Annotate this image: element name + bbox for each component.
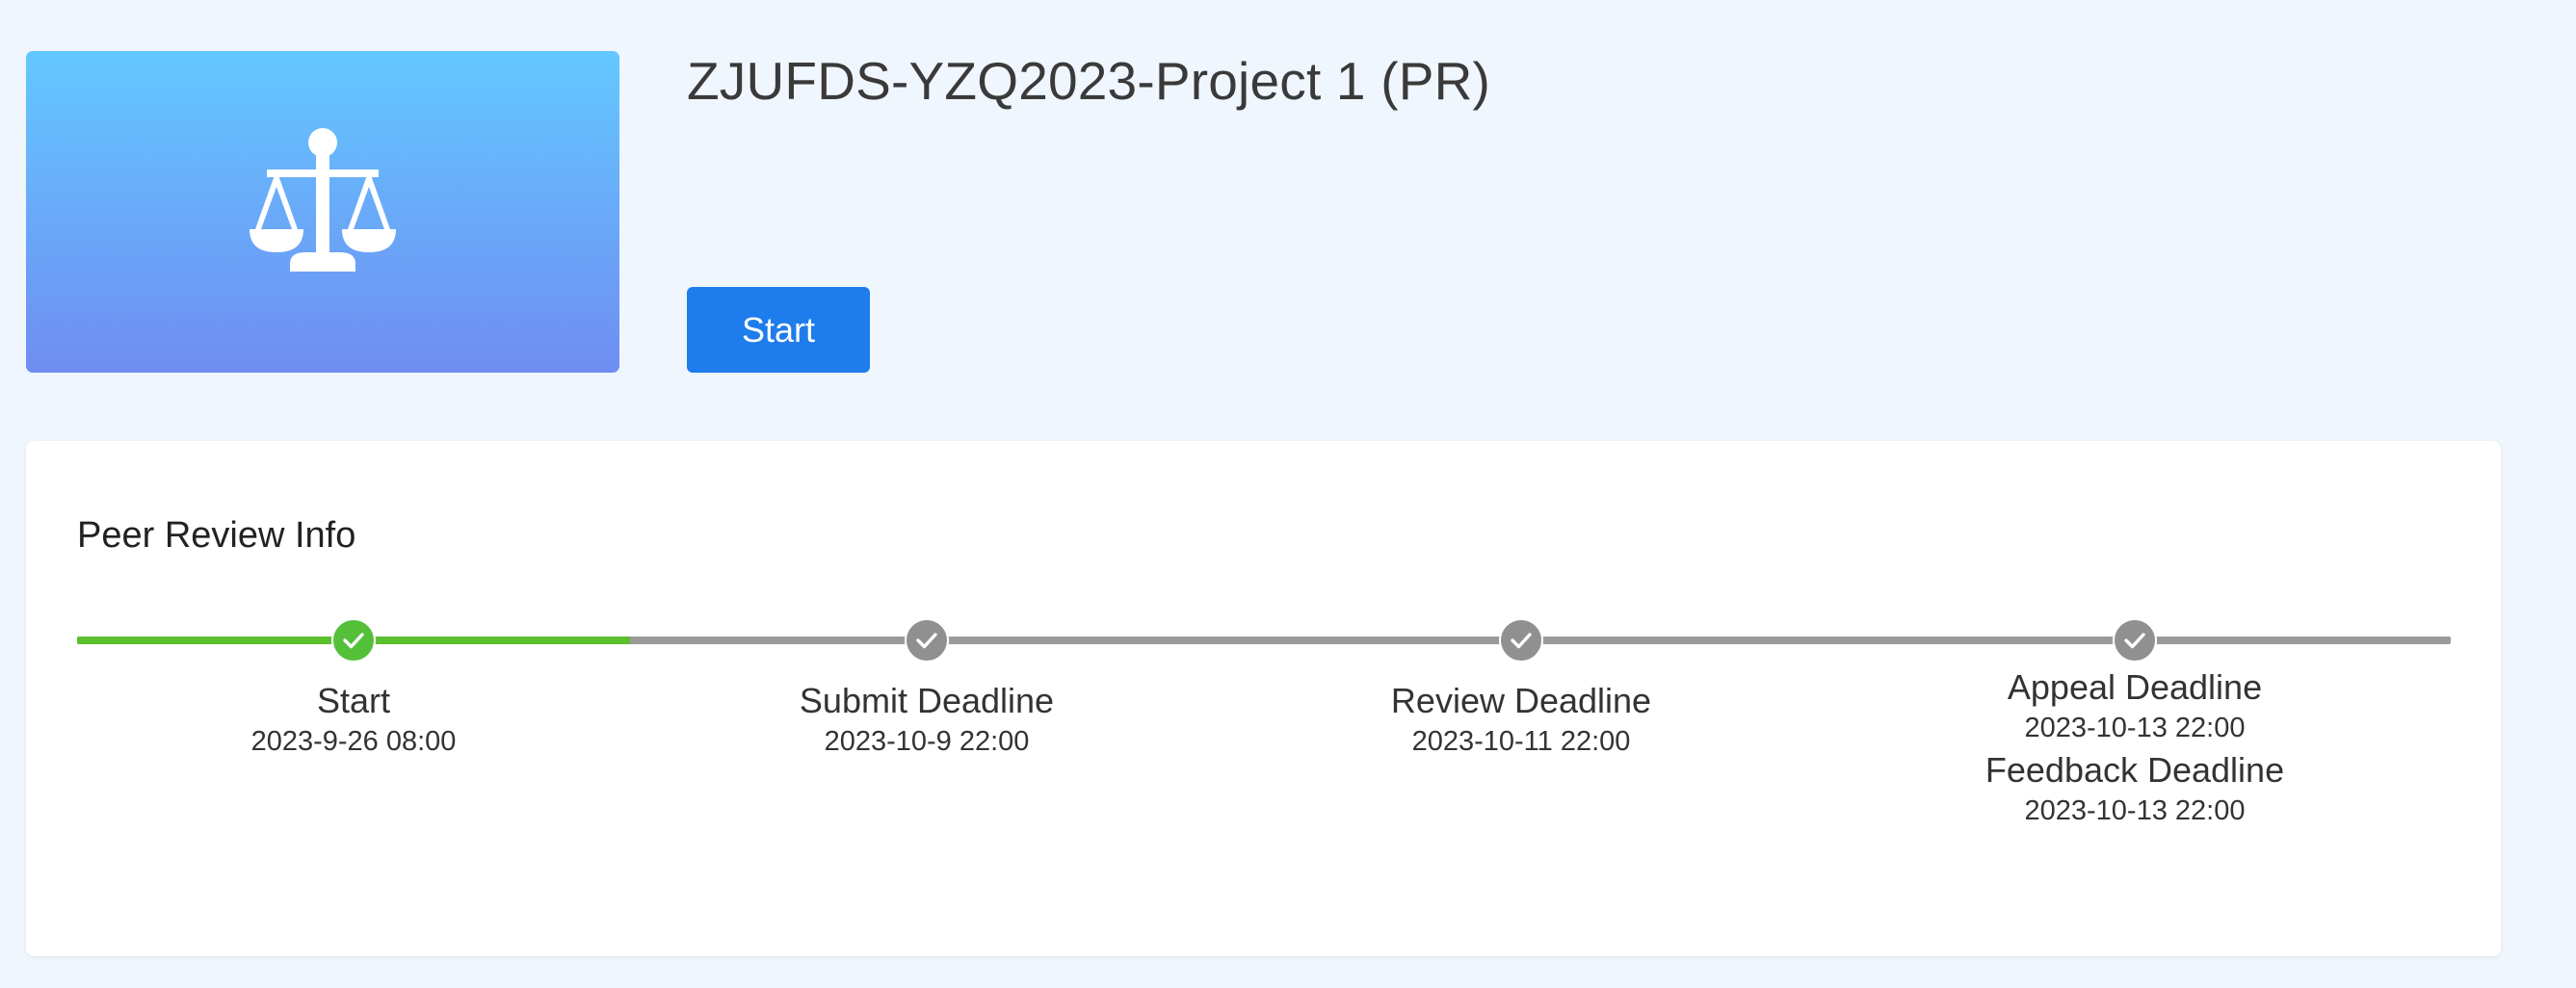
milestone-review-deadline: Review Deadline 2023-10-11 22:00	[1271, 618, 1772, 761]
milestone-date: 2023-10-9 22:00	[824, 726, 1030, 757]
project-cover	[26, 51, 619, 373]
milestone-appeal-deadline: Appeal Deadline 2023-10-13 22:00 Feedbac…	[1884, 618, 2385, 830]
milestone-check-icon	[331, 618, 376, 663]
milestone-check-icon	[1499, 618, 1543, 663]
start-button[interactable]: Start	[687, 287, 870, 373]
scales-icon	[250, 128, 396, 272]
card-title: Peer Review Info	[77, 515, 356, 556]
milestone-label: Appeal Deadline	[2007, 667, 2263, 707]
milestone-label: Start	[316, 681, 391, 720]
page-title: ZJUFDS-YZQ2023-Project 1 (PR)	[687, 51, 1491, 111]
milestone-label: Review Deadline	[1390, 681, 1652, 720]
milestone-submit-deadline: Submit Deadline 2023-10-9 22:00	[676, 618, 1177, 761]
milestone-date: 2023-10-11 22:00	[1411, 726, 1631, 757]
peer-review-info-card: Peer Review Info Start 2023-9-26 08:00 S…	[26, 441, 2501, 956]
milestone-date: 2023-9-26 08:00	[250, 726, 457, 757]
milestone-extra-date: 2023-10-13 22:00	[2024, 795, 2246, 826]
milestone-start: Start 2023-9-26 08:00	[103, 618, 604, 761]
milestone-extra-label: Feedback Deadline	[1985, 750, 2285, 790]
milestone-date: 2023-10-13 22:00	[2024, 713, 2246, 743]
milestone-check-icon	[905, 618, 949, 663]
milestone-check-icon	[2113, 618, 2157, 663]
milestone-label: Submit Deadline	[799, 681, 1055, 720]
